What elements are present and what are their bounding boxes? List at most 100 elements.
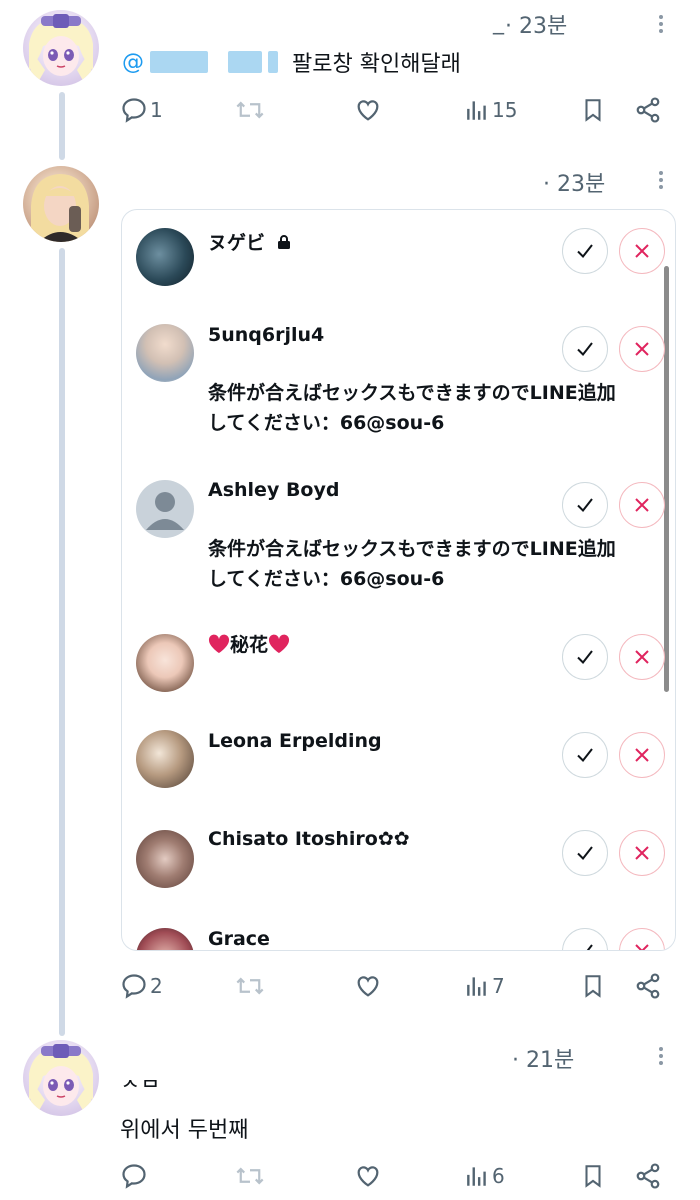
views-button[interactable]: 7 [464,966,505,1006]
share-button[interactable] [634,90,662,130]
like-button[interactable] [353,966,385,1006]
bookmark-icon [585,975,601,998]
bookmark-button[interactable] [580,966,606,1006]
request-name: Leona Erpelding [208,730,382,752]
like-icon [357,1166,379,1187]
post-time: · 21분 [512,1048,575,1073]
avatar [136,830,194,888]
post-actions: 2 7 [120,966,665,1006]
post-time: · 23분 [505,14,568,39]
follow-requests-screenshot: ヌゲビ 5unq6rjlu4 条件が合えばセックスもできますのでLINE追加 し [121,209,676,951]
accept-button[interactable] [562,732,608,778]
more-icon[interactable] [656,12,666,38]
retweet-icon [236,1167,264,1185]
retweet-button[interactable] [235,90,267,130]
check-icon [577,846,593,861]
views-icon [467,101,486,120]
post-text: 팔로창 확인해달래 [292,52,461,77]
check-icon [577,498,593,513]
request-bio: 条件が合えばセックスもできますのでLINE追加 してください：66@sou-6 [208,534,668,594]
bio-line: 条件が合えばセックスもできますのでLINE追加 [208,538,616,560]
check-icon [577,244,593,259]
reply-count: 1 [150,98,163,122]
close-icon [635,748,649,762]
views-count: 6 [492,1164,505,1188]
like-icon [357,976,379,997]
more-icon[interactable] [656,168,666,194]
reject-button[interactable] [619,326,665,372]
views-button[interactable]: 6 [464,1156,505,1196]
reply-icon [122,98,146,123]
reply-button[interactable]: 1 [120,90,163,130]
retweet-button[interactable] [235,1156,267,1196]
check-icon [586,944,593,950]
avatar [136,928,194,950]
avatar[interactable] [23,166,99,242]
accept-button[interactable] [562,634,608,680]
accept-button[interactable] [562,928,608,950]
retweet-button[interactable] [235,966,267,1006]
like-button[interactable] [353,90,385,130]
scrollbar[interactable] [664,266,669,692]
avatar[interactable] [23,10,99,86]
post-text: 위에서 두번째 [120,1118,249,1143]
mention-link[interactable]: @ [122,50,144,75]
bookmark-button[interactable] [580,90,606,130]
like-icon [357,100,379,121]
bio-line: してください：66@sou-6 [208,412,445,434]
views-button[interactable]: 15 [464,90,517,130]
lock-icon [277,235,290,249]
share-icon [636,973,660,999]
close-icon [635,944,649,950]
thread-connector [59,92,65,160]
reject-button[interactable] [619,228,665,274]
share-icon [636,97,660,123]
post-text-partial: ㅈㅂ [120,1080,161,1094]
default-avatar-icon [136,480,194,538]
reply-icon [122,974,146,999]
blurred-mention-icon [150,51,208,73]
bookmark-button[interactable] [580,1156,606,1196]
post-actions: 6 [120,1156,665,1196]
accept-button[interactable] [562,326,608,372]
accept-button[interactable] [562,830,608,876]
avatar [136,634,194,692]
request-name: ヌゲビ [208,228,292,255]
views-count: 7 [492,974,505,998]
close-icon [635,498,649,512]
close-icon [635,244,649,258]
mention-line: @ 팔로창 확인해달래 [122,46,461,78]
accept-button[interactable] [562,482,608,528]
reply-button[interactable]: 2 [120,966,163,1006]
avatar [136,730,194,788]
retweet-icon [236,977,264,995]
retweet-icon [236,101,264,119]
reject-button[interactable] [619,830,665,876]
author-name-fragment: _ [493,10,504,35]
share-button[interactable] [634,966,662,1006]
thread-connector [59,248,65,1036]
bookmark-icon [585,99,601,122]
reject-button[interactable] [619,732,665,778]
check-icon [577,748,593,763]
share-button[interactable] [634,1156,662,1196]
request-name: 5unq6rjlu4 [208,324,325,346]
avatar [136,324,194,382]
more-icon[interactable] [656,1044,666,1070]
request-name: Grace [208,928,270,950]
avatar [136,228,194,286]
reject-button[interactable] [619,482,665,528]
photo-avatar-icon [31,174,89,242]
reject-button[interactable] [619,928,665,950]
reply-button[interactable] [120,1156,150,1196]
close-icon [635,846,649,860]
accept-button[interactable] [562,228,608,274]
views-count: 15 [492,98,518,122]
like-button[interactable] [353,1156,385,1196]
reject-button[interactable] [619,634,665,680]
post-actions: 1 15 [120,90,665,130]
avatar[interactable] [23,1040,99,1116]
anime-avatar-icon [29,1044,93,1114]
heart-emoji-icon [208,634,230,654]
request-name: Ashley Boyd [208,479,340,501]
